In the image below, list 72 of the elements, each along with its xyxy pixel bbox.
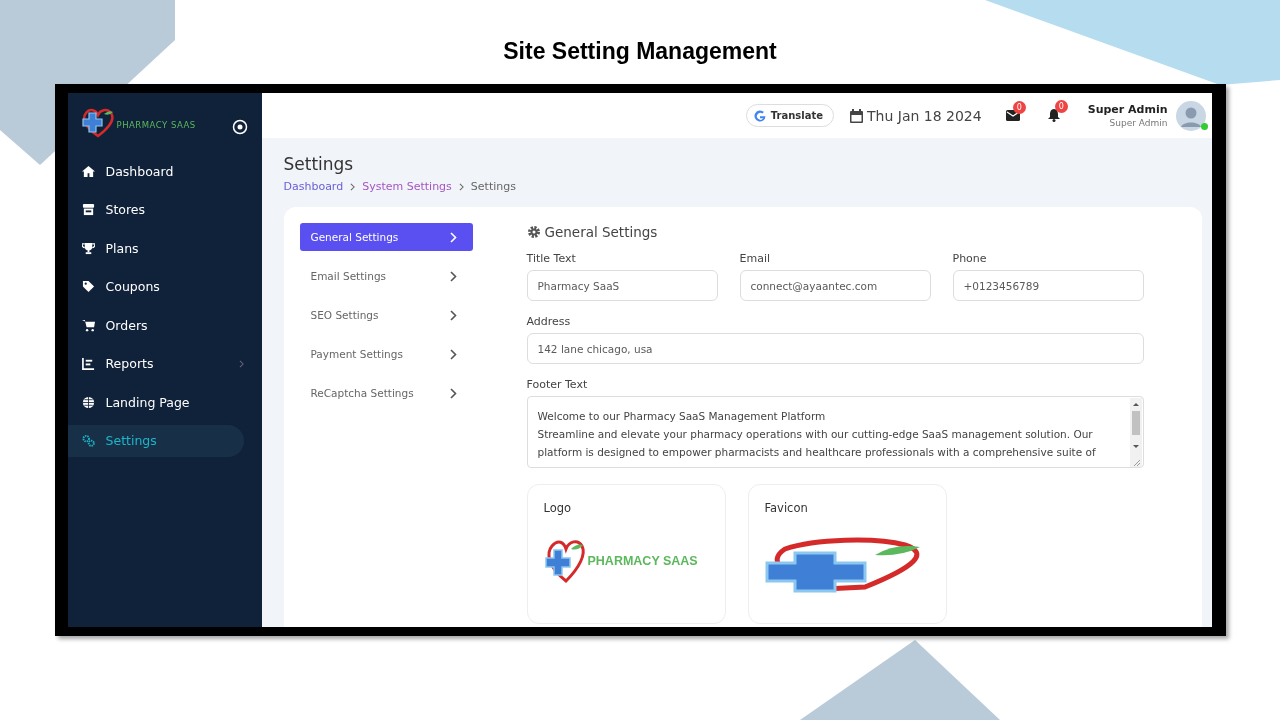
- sidebar-item[interactable]: Dashboard: [67, 155, 244, 187]
- heart-cross-icon: [543, 537, 588, 585]
- image-label: Logo: [543, 501, 573, 515]
- section-title: General Settings: [544, 224, 658, 240]
- image-label: Favicon: [764, 501, 809, 515]
- date-display: Thu Jan 18 2024: [850, 107, 982, 124]
- text-area[interactable]: Welcome to our Pharmacy SaaS Management Platform Streamline and elevate your pharmacy operations with our cutting-edge SaaS management solution. Our platform is designed to empower pharmacists and healthcare professionals with a comprehensive suite of: [526, 396, 1144, 468]
- settings-menu-item[interactable]: Payment Settings: [299, 340, 473, 368]
- sidebar-item[interactable]: Plans: [67, 232, 244, 264]
- google-g-icon: [752, 108, 767, 123]
- trophy-icon: [81, 241, 95, 255]
- settings-menu-item[interactable]: SEO Settings: [299, 301, 473, 329]
- field-label: Phone: [952, 252, 988, 265]
- settings-menu-item[interactable]: General Settings: [299, 223, 473, 251]
- nav-label: Stores: [105, 202, 146, 217]
- avatar-icon[interactable]: [1175, 100, 1206, 131]
- tag-icon: [81, 280, 95, 293]
- gear-icon: [526, 225, 541, 239]
- mail-icon[interactable]: [1005, 109, 1020, 122]
- bar-chart-icon: [81, 357, 95, 370]
- settings-menu-item[interactable]: Email Settings: [299, 262, 473, 290]
- field-label: Title Text: [526, 252, 577, 265]
- chevron-right-icon: [449, 231, 457, 243]
- user-role: Super Admin: [1109, 118, 1168, 128]
- chevron-right-icon: [449, 309, 457, 321]
- gears-icon: [81, 434, 95, 447]
- store-icon: [81, 203, 95, 216]
- input-field[interactable]: connect@ayaantec.com: [739, 270, 931, 301]
- nav-label: Coupons: [105, 279, 160, 294]
- sidebar-item[interactable]: Reports: [67, 347, 244, 380]
- chevron-right-icon: [350, 182, 356, 191]
- chevron-right-icon: [449, 348, 457, 360]
- field-label: Email: [739, 252, 772, 265]
- chevron-right-icon: [458, 182, 464, 191]
- bell-icon[interactable]: [1047, 109, 1060, 122]
- nav-label: Reports: [105, 356, 154, 371]
- input-field[interactable]: 142 lane chicago, usa: [526, 333, 1144, 364]
- heart-cross-icon: [79, 108, 116, 138]
- slide-title: Site Setting Management: [503, 38, 777, 66]
- nav-label: Dashboard: [105, 163, 174, 179]
- breadcrumb-current: Settings: [470, 180, 516, 193]
- scrollbar[interactable]: [1129, 398, 1142, 467]
- nav-label: Orders: [105, 317, 148, 333]
- brand-logo[interactable]: PHARMACY SAAS: [79, 108, 196, 138]
- nav-label: Settings: [105, 433, 157, 448]
- chevron-right-icon: [449, 270, 457, 282]
- page-title: Settings: [283, 154, 355, 174]
- nav-label: Landing Page: [105, 394, 190, 410]
- user-name: Super Admin: [1087, 103, 1168, 116]
- field-label: Footer Text: [526, 378, 589, 391]
- nav-label: Plans: [105, 240, 139, 256]
- home-icon: [81, 164, 95, 178]
- notification-badge: 0: [1054, 100, 1068, 113]
- sidebar-item[interactable]: Settings: [67, 424, 244, 457]
- notification-badge: 0: [1012, 100, 1026, 114]
- translate-button[interactable]: Translate: [745, 104, 834, 127]
- breadcrumb-link[interactable]: System Settings: [362, 180, 452, 193]
- calendar-icon: [850, 108, 863, 123]
- chevron-right-icon: [449, 387, 457, 399]
- input-field[interactable]: Pharmacy SaaS: [526, 270, 718, 301]
- sidebar-item[interactable]: Orders: [67, 309, 244, 341]
- sidebar-item[interactable]: Coupons: [67, 270, 244, 303]
- settings-menu-item[interactable]: ReCaptcha Settings: [299, 379, 473, 407]
- field-label: Address: [526, 315, 572, 328]
- globe-icon: [81, 395, 95, 409]
- cart-icon: [81, 318, 95, 332]
- logo-text: PHARMACY SAAS: [587, 554, 698, 568]
- target-icon[interactable]: [231, 119, 248, 135]
- breadcrumb-link[interactable]: Dashboard: [283, 180, 344, 193]
- input-field[interactable]: +0123456789: [952, 270, 1144, 301]
- sidebar-item[interactable]: Landing Page: [67, 386, 244, 418]
- sidebar-item[interactable]: Stores: [67, 193, 244, 226]
